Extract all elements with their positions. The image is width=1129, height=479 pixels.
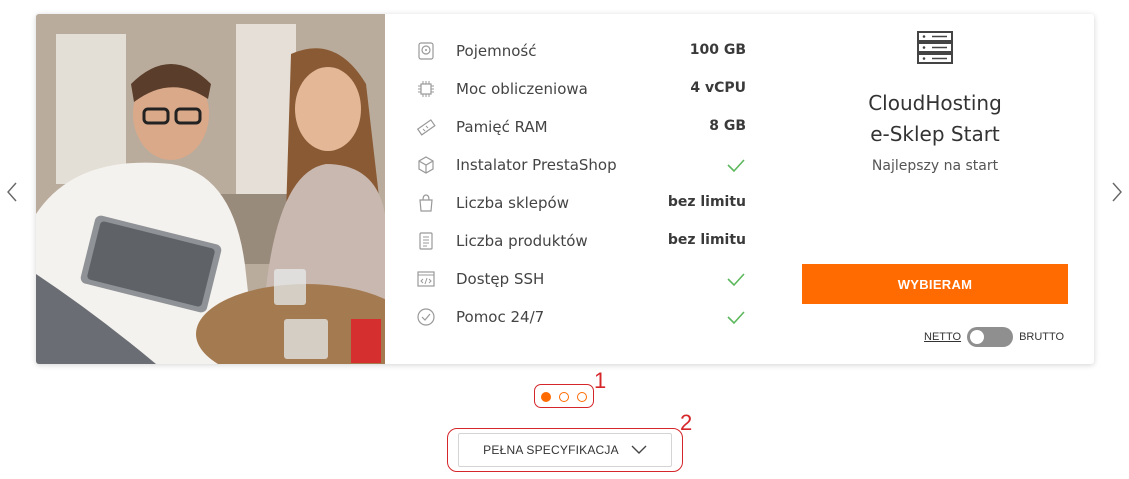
bag-icon [416,193,436,213]
cpu-icon [416,79,436,99]
server-icon [916,30,954,66]
code-window-icon [416,269,436,289]
spec-row-ssh: Dostęp SSH [416,264,746,302]
full-specification-button[interactable]: PEŁNA SPECYFIKACJA [458,433,672,467]
chevron-down-icon [631,445,647,454]
spec-row-shops: Liczba sklepów bez limitu [416,188,746,226]
check-icon [726,155,746,175]
spec-row-prestashop: Instalator PrestaShop [416,150,746,188]
plan-panel: CloudHosting e-Sklep Start Najlepszy na … [802,14,1068,364]
plan-title-line2: e-Sklep Start [870,122,1000,146]
spec-value: 4 vCPU [690,80,746,96]
full-specification-label: PEŁNA SPECYFIKACJA [483,443,619,457]
carousel-next-button[interactable] [1110,180,1124,204]
chevron-left-icon [7,182,17,202]
box-icon [416,155,436,175]
netto-label[interactable]: NETTO [924,331,961,343]
check-icon [726,307,746,327]
price-toggle: NETTO BRUTTO [924,327,1064,347]
spec-row-support: Pomoc 24/7 [416,302,746,340]
disk-icon [416,41,436,61]
pagination-highlight [534,384,594,408]
spec-value: 100 GB [689,42,746,58]
plan-card: Pojemność 100 GB Moc obliczeniowa 4 vCPU… [36,14,1094,364]
annotation-number-1: 1 [594,368,607,393]
netto-brutto-switch[interactable] [967,327,1014,347]
switch-knob [970,330,985,344]
ram-icon [416,117,436,137]
people-with-tablet-image [36,14,385,364]
list-icon [416,231,436,251]
pagination-dot-3[interactable] [577,392,587,402]
pagination-dot-2[interactable] [559,392,569,402]
spec-label: Liczba sklepów [456,194,569,212]
spec-row-capacity: Pojemność 100 GB [416,36,746,74]
spec-row-ram: Pamięć RAM 8 GB [416,112,746,150]
promo-photo [36,14,385,364]
annotation-number-2: 2 [680,410,693,435]
spec-label: Pojemność [456,42,537,60]
carousel-prev-button[interactable] [5,180,19,204]
spec-label: Dostęp SSH [456,270,545,288]
spec-row-cpu: Moc obliczeniowa 4 vCPU [416,74,746,112]
plan-title: CloudHosting e-Sklep Start [802,88,1068,150]
spec-value: bez limitu [667,232,746,248]
spec-value: 8 GB [709,118,746,134]
spec-list: Pojemność 100 GB Moc obliczeniowa 4 vCPU… [416,36,746,340]
spec-value: bez limitu [667,194,746,210]
spec-label: Moc obliczeniowa [456,80,588,98]
spec-label: Liczba produktów [456,232,588,250]
spec-label: Pomoc 24/7 [456,308,545,326]
brutto-label[interactable]: BRUTTO [1019,331,1064,343]
plan-tagline: Najlepszy na start [871,158,999,174]
spec-row-products: Liczba produktów bez limitu [416,226,746,264]
check-circle-icon [416,307,436,327]
check-icon [726,269,746,289]
spec-label: Instalator PrestaShop [456,156,617,174]
plan-title-line1: CloudHosting [868,91,1002,115]
choose-plan-button[interactable]: WYBIERAM [802,264,1068,304]
chevron-right-icon [1112,182,1122,202]
pagination-dot-1[interactable] [541,392,551,402]
spec-label: Pamięć RAM [456,118,548,136]
